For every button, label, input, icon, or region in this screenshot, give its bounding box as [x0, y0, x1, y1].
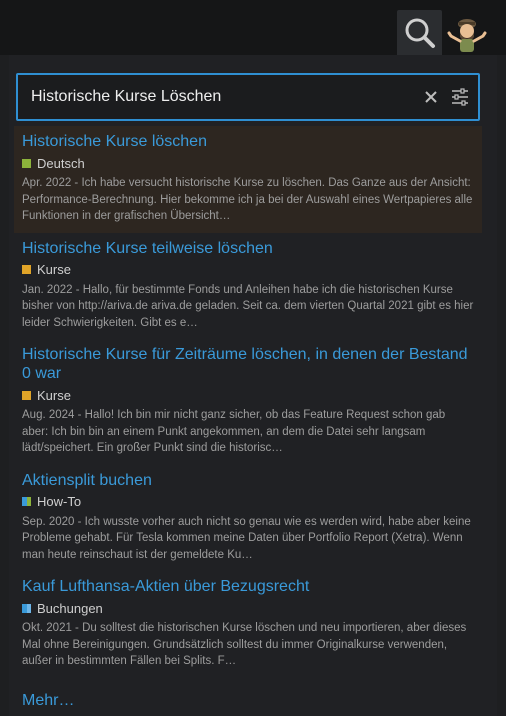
search-result[interactable]: Aktiensplit buchen How-To Sep. 2020 - Ic… [14, 465, 482, 572]
category-label: Kurse [37, 387, 71, 403]
result-title[interactable]: Historische Kurse teilweise löschen [22, 239, 474, 258]
result-snippet: Okt. 2021 - Du solltest die historischen… [22, 622, 467, 667]
result-snippet: Jan. 2022 - Hallo, für bestimmte Fonds u… [22, 283, 474, 329]
user-avatar[interactable] [446, 14, 488, 54]
result-category[interactable]: Kurse [22, 262, 474, 278]
category-label: Buchungen [37, 600, 103, 616]
category-badge [22, 265, 31, 274]
category-badge [22, 158, 31, 168]
result-category[interactable]: How-To [22, 494, 474, 510]
search-result[interactable]: Historische Kurse teilweise löschen Kurs… [14, 233, 482, 340]
result-title[interactable]: Historische Kurse löschen [22, 132, 474, 151]
result-category[interactable]: Deutsch [22, 155, 474, 171]
category-badge [22, 390, 31, 400]
search-field[interactable] [16, 73, 480, 121]
category-badge [22, 497, 31, 506]
search-input[interactable] [31, 83, 411, 111]
result-title[interactable]: Kauf Lufthansa-Aktien über Bezugsrecht [22, 577, 474, 596]
result-snippet: Sep. 2020 - Ich wusste vorher auch nicht… [22, 515, 471, 561]
search-result[interactable]: Historische Kurse löschen Deutsch Apr. 2… [14, 126, 482, 233]
search-icon [405, 18, 435, 48]
result-snippet: Aug. 2024 - Hallo! Ich bin mir nicht gan… [22, 409, 446, 454]
clear-icon[interactable] [422, 88, 440, 106]
category-badge [22, 603, 31, 613]
more-results-link[interactable]: Mehr… [22, 692, 74, 710]
sliders-icon[interactable] [450, 88, 470, 106]
result-snippet: Apr. 2022 - Ich habe versucht historisch… [22, 177, 473, 222]
result-title[interactable]: Aktiensplit buchen [22, 471, 474, 490]
search-button[interactable] [397, 10, 442, 55]
result-category[interactable]: Buchungen [22, 600, 474, 616]
search-results: Historische Kurse löschen Deutsch Apr. 2… [14, 126, 482, 678]
category-label: How-To [37, 494, 82, 509]
result-title[interactable]: Historische Kurse für Zeiträume löschen,… [22, 345, 474, 383]
result-category[interactable]: Kurse [22, 387, 474, 403]
search-result[interactable]: Historische Kurse für Zeiträume löschen,… [14, 339, 482, 465]
search-result[interactable]: Kauf Lufthansa-Aktien über Bezugsrecht B… [14, 571, 482, 678]
category-label: Deutsch [37, 155, 85, 171]
category-label: Kurse [37, 262, 71, 277]
